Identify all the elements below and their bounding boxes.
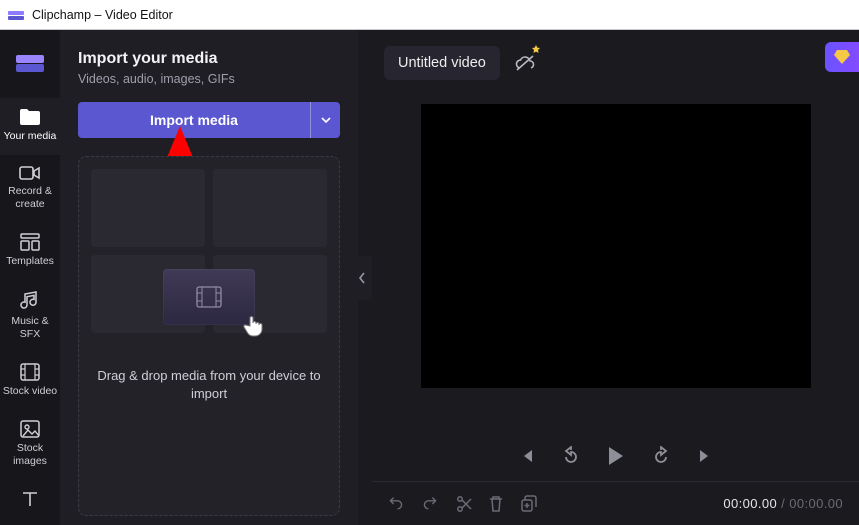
nav-sidebar: Your media Record & create Templates Mus… [0, 30, 60, 525]
cloud-off-icon [514, 54, 536, 72]
sidebar-item-stock-images[interactable]: Stock images [0, 410, 60, 480]
skip-previous-icon [519, 448, 535, 464]
collapse-panel-button[interactable] [352, 256, 372, 300]
rewind-button[interactable] [561, 446, 581, 466]
sidebar-item-label: Templates [6, 255, 54, 268]
sidebar-item-your-media[interactable]: Your media [0, 98, 60, 155]
media-panel: Import your media Videos, audio, images,… [60, 30, 358, 525]
time-current: 00:00.00 [723, 496, 777, 511]
import-media-label: Import media [150, 112, 238, 128]
dropzone-thumbnail [163, 269, 255, 325]
delete-button[interactable] [488, 495, 504, 513]
video-stage [372, 84, 859, 431]
split-button[interactable] [456, 495, 472, 513]
project-title-text: Untitled video [398, 55, 486, 71]
music-icon [20, 291, 40, 311]
sidebar-item-text[interactable] [0, 480, 60, 524]
timeline-toolbar: 00:00.00/00:00.00 [372, 481, 859, 525]
hand-cursor-icon [241, 313, 267, 339]
sidebar-item-templates[interactable]: Templates [0, 223, 60, 280]
copy-plus-icon [520, 495, 538, 513]
redo-button[interactable] [422, 496, 440, 512]
sidebar-item-label: Stock images [2, 442, 58, 468]
camera-icon [19, 165, 41, 181]
cloud-sync-button[interactable] [510, 48, 540, 78]
video-canvas[interactable] [421, 104, 811, 388]
import-media-dropdown-button[interactable] [310, 102, 340, 138]
panel-divider [358, 30, 372, 525]
diamond-icon [833, 49, 851, 65]
forward-button[interactable] [651, 446, 671, 466]
sidebar-item-music-sfx[interactable]: Music & SFX [0, 281, 60, 353]
import-media-button[interactable]: Import media [78, 102, 310, 138]
scissors-icon [456, 495, 472, 513]
text-icon [21, 490, 39, 508]
clipchamp-logo-icon [15, 52, 45, 74]
upgrade-premium-button[interactable] [825, 42, 859, 72]
image-icon [20, 420, 40, 438]
playback-controls [372, 431, 859, 481]
app-logo-icon [8, 9, 24, 21]
skip-end-button[interactable] [697, 448, 713, 464]
film-strip-icon [196, 286, 222, 308]
import-media-split-button: Import media [78, 102, 340, 138]
film-icon [20, 363, 40, 381]
duplicate-button[interactable] [520, 495, 538, 513]
window-titlebar: Clipchamp – Video Editor [0, 0, 859, 30]
skip-next-icon [697, 448, 713, 464]
premium-badge-icon [530, 44, 542, 56]
editor-topbar: Untitled video [372, 30, 859, 84]
media-panel-heading: Import your media [78, 50, 340, 68]
play-button[interactable] [607, 446, 625, 466]
media-dropzone[interactable]: Drag & drop media from your device to im… [78, 156, 340, 516]
sidebar-item-label: Record & create [2, 185, 58, 211]
trash-icon [488, 495, 504, 513]
undo-icon [388, 496, 406, 512]
sidebar-item-record-create[interactable]: Record & create [0, 155, 60, 223]
dropzone-text: Drag & drop media from your device to im… [97, 367, 321, 403]
sidebar-item-label: Stock video [3, 385, 57, 398]
play-icon [607, 446, 625, 466]
timeline-timecode: 00:00.00/00:00.00 [723, 496, 843, 511]
redo-icon [422, 496, 440, 512]
sidebar-item-label: Your media [4, 130, 57, 143]
chevron-left-icon [358, 272, 366, 284]
sidebar-item-stock-video[interactable]: Stock video [0, 353, 60, 410]
media-panel-subheading: Videos, audio, images, GIFs [78, 72, 340, 86]
window-title: Clipchamp – Video Editor [32, 8, 173, 22]
sidebar-item-label: Music & SFX [2, 315, 58, 341]
preview-area: Untitled video [372, 30, 859, 525]
forward-icon [651, 446, 671, 466]
templates-icon [20, 233, 40, 251]
project-title-input[interactable]: Untitled video [384, 46, 500, 80]
replay-icon [561, 446, 581, 466]
skip-start-button[interactable] [519, 448, 535, 464]
app-home-button[interactable] [0, 36, 60, 98]
time-total: 00:00.00 [789, 496, 843, 511]
folder-icon [19, 108, 41, 126]
chevron-down-icon [321, 117, 331, 123]
undo-button[interactable] [388, 496, 406, 512]
